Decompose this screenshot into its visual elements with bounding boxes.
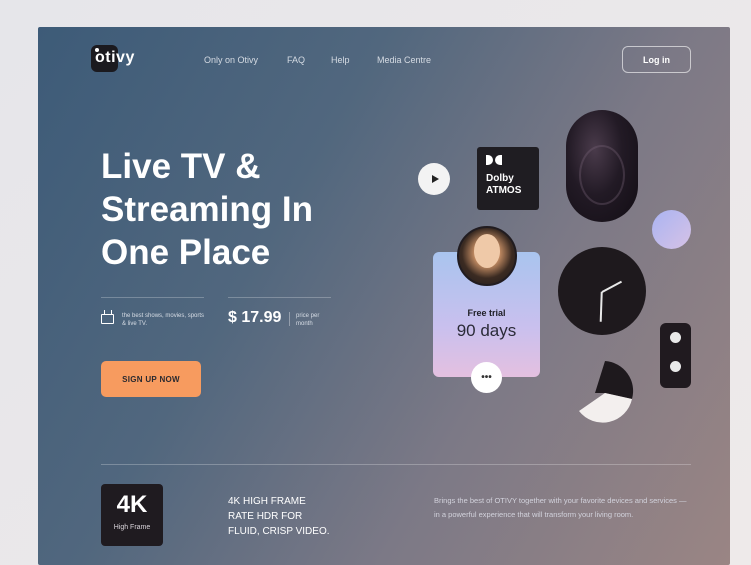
hero-title-line: Streaming In — [101, 190, 313, 229]
remote-dial — [579, 145, 625, 205]
feature-text: 4K HIGH FRAME RATE HDR FOR FLUID, CRISP … — [228, 494, 348, 539]
pie-illustration — [579, 361, 634, 423]
more-icon: ••• — [481, 372, 492, 383]
price-note: price per month — [296, 313, 320, 327]
landing-page: otivy Only on Otivy FAQ Help Media Centr… — [38, 27, 730, 565]
divider — [101, 297, 204, 298]
nav-media-centre[interactable]: Media Centre — [377, 55, 431, 65]
badge-title: 4K — [116, 491, 148, 518]
price: $ 17.99 — [228, 309, 282, 326]
logo-text[interactable]: otivy — [95, 49, 135, 67]
dolby-card: Dolby ATMOS — [477, 147, 539, 210]
divider — [228, 297, 331, 298]
nav-faq[interactable]: FAQ — [287, 55, 305, 65]
play-icon — [431, 175, 439, 183]
trial-title: Free trial — [467, 308, 506, 318]
description: Brings the best of OTIVY together with y… — [434, 496, 687, 519]
remote-button — [670, 361, 681, 372]
hero-title: Live TV & Streaming In One Place — [101, 145, 381, 274]
dolby-line2: ATMOS — [486, 185, 522, 196]
play-button[interactable] — [418, 163, 450, 195]
more-button[interactable]: ••• — [471, 362, 502, 393]
remote-buttons — [660, 323, 691, 388]
feature-note: the best shows, movies, sports & live TV… — [122, 313, 205, 327]
price-divider — [289, 312, 290, 326]
section-divider — [101, 464, 691, 465]
avatar-face — [474, 234, 500, 268]
feature-line: 4K HIGH FRAME — [228, 496, 306, 507]
feature-line: RATE HDR FOR — [228, 511, 303, 522]
nav-help[interactable]: Help — [331, 55, 350, 65]
tv-icon — [101, 314, 114, 324]
dolby-icon — [486, 155, 502, 165]
4k-badge: 4K High Frame — [101, 484, 163, 546]
trial-days: 90 days — [456, 321, 517, 340]
badge-subtitle: High Frame — [113, 524, 151, 531]
dolby-line1: Dolby — [486, 173, 514, 184]
sign-up-button[interactable]: SIGN UP NOW — [101, 361, 201, 397]
nav-only-on-otivy[interactable]: Only on Otivy — [204, 55, 258, 65]
login-button[interactable]: Log in — [622, 46, 691, 73]
hero-title-line: One Place — [101, 233, 271, 272]
feature-line: FLUID, CRISP VIDEO. — [228, 526, 330, 537]
hero-title-line: Live TV & — [101, 147, 261, 186]
decorative-circle — [652, 210, 691, 249]
remote-button — [670, 332, 681, 343]
